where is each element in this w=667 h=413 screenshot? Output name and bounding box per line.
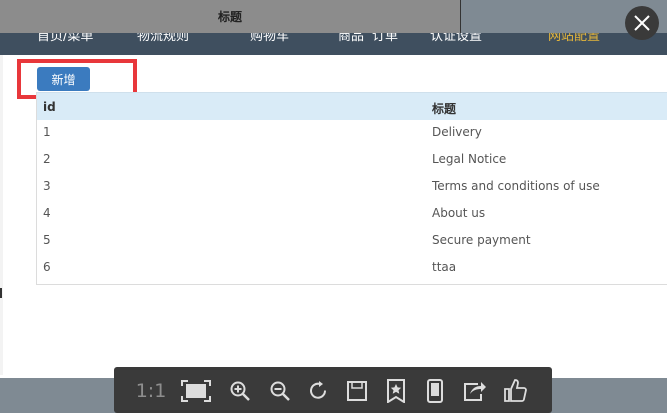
actual-size-icon[interactable]: 1:1: [134, 377, 168, 405]
table-row[interactable]: 3 Terms and conditions of use: [37, 173, 667, 200]
table-row[interactable]: 1 Delivery: [37, 119, 667, 146]
cell-title: Delivery: [432, 125, 482, 139]
zoom-in-icon[interactable]: [226, 377, 254, 405]
left-edge-divider: [0, 55, 3, 375]
left-edge-mark: [0, 288, 2, 298]
table-row[interactable]: 6 ttaa: [37, 254, 667, 281]
close-icon: [634, 15, 650, 31]
table-row[interactable]: 5 Secure payment: [37, 227, 667, 254]
nav-item[interactable]: 认证设置: [430, 33, 482, 44]
cell-id: 4: [43, 206, 51, 220]
nav-item-active[interactable]: 网站配置: [548, 33, 600, 44]
window-title: 标题: [217, 10, 242, 24]
cell-title: Legal Notice: [432, 152, 507, 166]
table-header: id 标题: [37, 92, 667, 120]
table-row[interactable]: 4 About us: [37, 200, 667, 227]
cell-title: About us: [432, 206, 486, 220]
favorite-icon[interactable]: [382, 377, 410, 405]
data-table: id 标题 1 Delivery 2 Legal Notice 3 Terms …: [36, 92, 667, 285]
mobile-icon[interactable]: [421, 377, 449, 405]
save-icon[interactable]: [343, 377, 371, 405]
column-header-id[interactable]: id: [43, 100, 56, 114]
nav-item[interactable]: 物流规则: [137, 33, 189, 44]
nav-item[interactable]: 首页/菜单: [37, 33, 93, 44]
column-header-title[interactable]: 标题: [432, 100, 456, 117]
nav-item[interactable]: 订单: [372, 33, 398, 44]
nav-item[interactable]: 购物车: [250, 33, 289, 44]
like-icon[interactable]: [501, 377, 529, 405]
share-icon[interactable]: [460, 377, 488, 405]
cell-id: 2: [43, 152, 51, 166]
cell-id: 3: [43, 179, 51, 193]
image-viewer-toolbar: 1:1: [114, 367, 552, 413]
zoom-out-icon[interactable]: [266, 377, 294, 405]
cell-id: 6: [43, 260, 51, 274]
cell-id: 5: [43, 233, 51, 247]
cell-title: Secure payment: [432, 233, 531, 247]
close-button[interactable]: [625, 6, 659, 40]
nav-item[interactable]: 商品: [338, 33, 364, 44]
rotate-icon[interactable]: [305, 377, 333, 405]
table-row[interactable]: 2 Legal Notice: [37, 146, 667, 173]
fit-screen-icon[interactable]: [180, 377, 212, 405]
window-title-tab[interactable]: 标题: [0, 0, 461, 33]
cell-id: 1: [43, 125, 51, 139]
cell-title: Terms and conditions of use: [432, 179, 600, 193]
add-button[interactable]: 新增: [37, 67, 90, 91]
top-navigation: 首页/菜单 物流规则 购物车 商品 订单 认证设置 网站配置: [0, 33, 667, 55]
cell-title: ttaa: [432, 260, 457, 274]
